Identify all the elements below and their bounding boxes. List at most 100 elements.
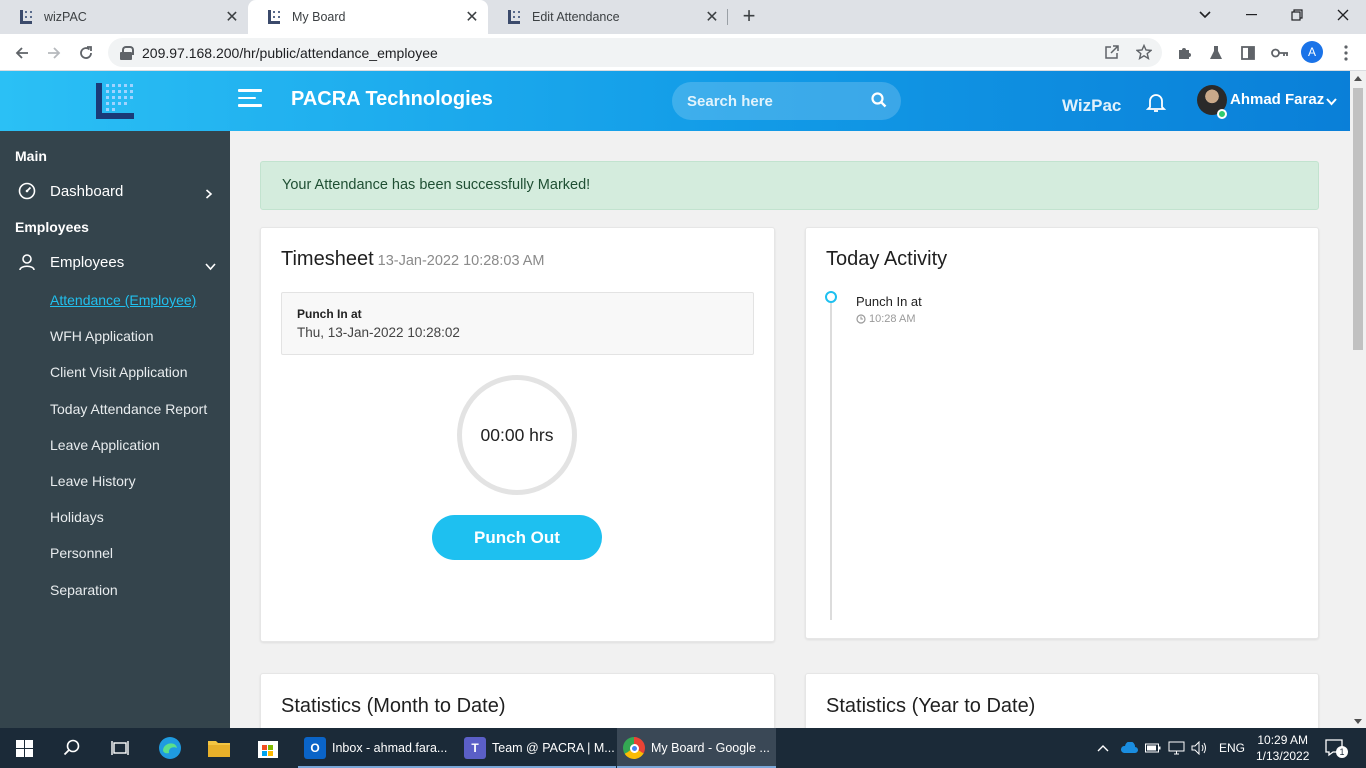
browser-tab-edit-attendance[interactable]: Edit Attendance ✕ — [488, 0, 728, 34]
punch-in-label: Punch In at — [297, 307, 362, 321]
more-menu-icon[interactable] — [1334, 41, 1358, 65]
lab-flask-icon[interactable] — [1204, 41, 1228, 65]
wizpac-favicon-icon — [266, 9, 282, 25]
tab-title: My Board — [292, 10, 346, 24]
sidebar-item-personnel[interactable]: Personnel — [50, 545, 113, 561]
key-icon[interactable] — [1268, 41, 1292, 65]
sidebar-item-today-attendance-report[interactable]: Today Attendance Report — [50, 401, 207, 417]
input-language[interactable]: ENG — [1219, 728, 1245, 768]
scroll-up-arrow-icon[interactable] — [1354, 76, 1362, 81]
stats-month-card: Statistics (Month to Date) — [260, 673, 775, 728]
username[interactable]: Ahmad Faraz — [1230, 91, 1324, 108]
edge-browser-icon[interactable] — [146, 728, 194, 768]
stats-month-title: Statistics (Month to Date) — [281, 695, 506, 717]
clock-time: 10:29 AM — [1257, 733, 1309, 747]
windows-start-icon[interactable] — [0, 728, 48, 768]
show-hidden-icons-chevron-icon[interactable] — [1097, 728, 1109, 768]
bookmark-star-icon[interactable] — [1133, 41, 1155, 63]
close-icon[interactable]: ✕ — [462, 7, 482, 27]
browser-tab-wizpac[interactable]: wizPAC ✕ — [0, 0, 248, 34]
sidebar-item-dashboard[interactable]: Dashboard — [0, 173, 230, 209]
wizpac-favicon-icon — [506, 9, 522, 25]
chevron-down-icon[interactable] — [1326, 93, 1337, 106]
timeline-dot — [825, 291, 837, 303]
profile-avatar[interactable]: A — [1301, 41, 1323, 63]
sidebar-item-separation[interactable]: Separation — [50, 582, 118, 598]
chevron-right-icon — [205, 186, 214, 199]
close-icon[interactable]: ✕ — [222, 7, 242, 27]
close-icon[interactable]: ✕ — [702, 7, 722, 27]
success-alert: Your Attendance has been successfully Ma… — [260, 161, 1319, 210]
notification-count: 1 — [1336, 746, 1348, 758]
search-box[interactable] — [672, 82, 901, 120]
tab-title: wizPAC — [44, 10, 87, 24]
minimize-button[interactable] — [1228, 0, 1274, 30]
volume-icon[interactable] — [1191, 728, 1208, 768]
new-tab-button[interactable]: + — [736, 4, 762, 30]
sidebar-item-client-visit-application[interactable]: Client Visit Application — [50, 364, 187, 380]
scroll-thumb[interactable] — [1353, 88, 1363, 350]
sidebar-item-attendance-employee[interactable]: Attendance (Employee) — [50, 292, 196, 308]
browser-tab-my-board[interactable]: My Board ✕ — [248, 0, 488, 34]
restore-button[interactable] — [1274, 0, 1320, 30]
extensions-puzzle-icon[interactable] — [1172, 41, 1196, 65]
windows-taskbar: O Inbox - ahmad.fara... T Team @ PACRA |… — [0, 728, 1366, 768]
teams-icon: T — [464, 737, 486, 759]
activity-item-label: Punch In at — [856, 294, 922, 309]
taskbar-app-teams[interactable]: T Team @ PACRA | M... — [458, 728, 616, 768]
hours-counter: 00:00 hrs — [457, 375, 577, 495]
punch-in-info: Punch In at Thu, 13-Jan-2022 10:28:02 — [281, 292, 754, 355]
browser-tab-strip: wizPAC ✕ My Board ✕ Edit Attendance ✕ + — [0, 0, 1366, 34]
scroll-down-arrow-icon[interactable] — [1354, 719, 1362, 724]
url-text: 209.97.168.200/hr/public/attendance_empl… — [142, 44, 438, 61]
taskbar-app-label: My Board - Google ... — [651, 741, 770, 755]
search-icon[interactable] — [48, 728, 96, 768]
bell-icon[interactable] — [1145, 91, 1167, 113]
chrome-icon — [623, 737, 645, 759]
notification-center-icon[interactable]: 1 — [1325, 728, 1348, 768]
sidebar: Main Dashboard Employees Employees Atten… — [0, 131, 230, 728]
file-explorer-icon[interactable] — [195, 728, 243, 768]
close-window-button[interactable] — [1320, 0, 1366, 30]
sidebar-item-wfh-application[interactable]: WFH Application — [50, 328, 153, 344]
online-status-indicator — [1217, 109, 1227, 119]
sidebar-item-label: Employees — [50, 253, 125, 271]
battery-icon[interactable] — [1145, 728, 1161, 768]
sidebar-item-employees[interactable]: Employees — [0, 244, 230, 280]
wizpac-link[interactable]: WizPac — [1062, 96, 1121, 116]
user-icon — [18, 253, 36, 271]
share-icon[interactable] — [1101, 41, 1123, 63]
tab-divider — [727, 9, 728, 25]
forward-button[interactable] — [40, 39, 68, 67]
sidebar-section-main: Main — [15, 148, 47, 164]
sidebar-item-leave-history[interactable]: Leave History — [50, 473, 136, 489]
lock-icon — [120, 45, 134, 60]
taskbar-app-outlook[interactable]: O Inbox - ahmad.fara... — [298, 728, 458, 768]
tab-search-chevron-icon[interactable] — [1182, 0, 1228, 30]
sidebar-section-employees: Employees — [15, 219, 89, 235]
task-view-icon[interactable] — [96, 728, 144, 768]
back-button[interactable] — [8, 39, 36, 67]
network-icon[interactable] — [1168, 728, 1185, 768]
onedrive-cloud-icon[interactable] — [1120, 728, 1138, 768]
system-clock[interactable]: 10:29 AM 1/13/2022 — [1256, 732, 1309, 764]
address-bar[interactable]: 209.97.168.200/hr/public/attendance_empl… — [108, 38, 1162, 67]
today-activity-title: Today Activity — [826, 248, 948, 270]
reload-button[interactable] — [72, 39, 100, 67]
main-content: Your Attendance has been successfully Ma… — [230, 131, 1350, 728]
search-input[interactable] — [687, 92, 867, 110]
wizpac-favicon-icon — [18, 9, 34, 25]
app-header: PACRA Technologies WizPac Ahmad Faraz — [0, 71, 1350, 131]
page-scrollbar[interactable] — [1350, 71, 1366, 728]
search-icon[interactable] — [871, 92, 887, 108]
timesheet-title: Timesheet 13-Jan-2022 10:28:03 AM — [281, 248, 545, 271]
microsoft-store-icon[interactable] — [244, 728, 292, 768]
punch-out-button[interactable]: Punch Out — [432, 515, 602, 560]
menu-toggle-icon[interactable] — [238, 89, 262, 109]
pacra-logo-icon[interactable] — [94, 81, 136, 121]
side-panel-icon[interactable] — [1236, 41, 1260, 65]
sidebar-item-holidays[interactable]: Holidays — [50, 509, 104, 525]
sidebar-item-leave-application[interactable]: Leave Application — [50, 437, 160, 453]
timesheet-title-text: Timesheet — [281, 248, 374, 270]
taskbar-app-chrome[interactable]: My Board - Google ... — [617, 728, 776, 768]
